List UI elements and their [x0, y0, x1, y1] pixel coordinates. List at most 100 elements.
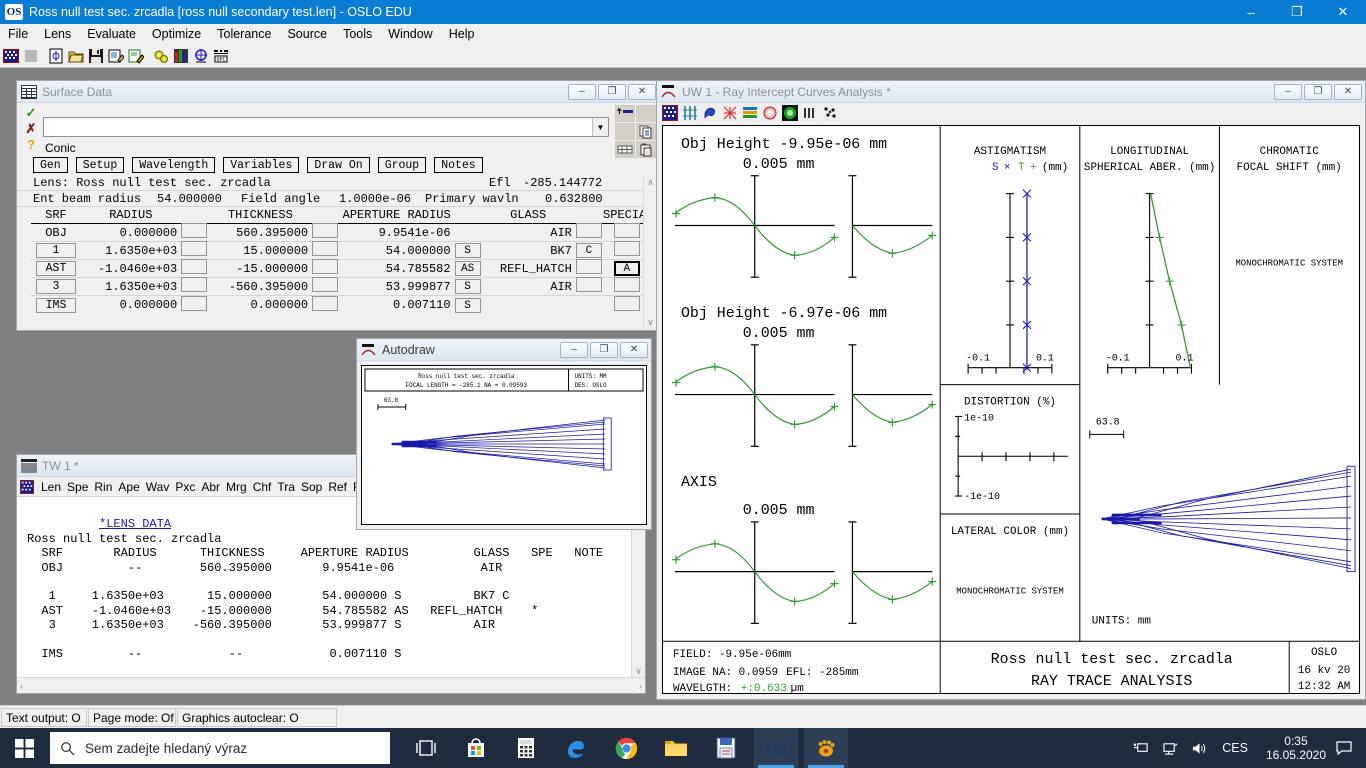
menu-window[interactable]: Window: [380, 25, 440, 43]
text-scroll-right-arrow[interactable]: ›: [639, 681, 642, 691]
grid-icon[interactable]: [661, 104, 679, 122]
tab-ref[interactable]: Ref: [325, 480, 350, 494]
blank-side-icon-2[interactable]: [615, 123, 635, 140]
gears-icon[interactable]: [152, 47, 170, 65]
grid-icon[interactable]: [2, 47, 20, 65]
row-aperture-button[interactable]: S: [454, 279, 484, 294]
row-radius[interactable]: 1.6350e+03: [81, 280, 181, 294]
row-aperture[interactable]: 54.000000: [341, 244, 455, 258]
usb-icon[interactable]: [1127, 741, 1156, 756]
wavefront-icon[interactable]: [701, 104, 719, 122]
row-glass-button[interactable]: [575, 259, 605, 278]
row-aperture-button[interactable]: AS: [454, 261, 484, 276]
row-thickness[interactable]: 0.000000: [210, 298, 312, 312]
row-aperture[interactable]: 53.999877: [341, 280, 455, 294]
surface-data-scrollbar[interactable]: ∧ ∨: [643, 177, 657, 328]
row-glass-button[interactable]: C: [575, 243, 605, 258]
autodraw-maximize-button[interactable]: ❐: [590, 341, 618, 358]
row-thickness[interactable]: -560.395000: [210, 280, 312, 294]
ray-intercept-canvas[interactable]: Obj Height -9.95e-06 mm 0.005 mm Obj Hei…: [662, 125, 1360, 694]
row-glass[interactable]: REFL_HATCH: [483, 262, 575, 276]
row-radius[interactable]: -1.0460e+03: [81, 262, 181, 276]
group-button[interactable]: Group: [377, 157, 427, 173]
oslo-app-icon[interactable]: OS: [754, 728, 798, 768]
row-aperture[interactable]: 54.785582: [341, 262, 455, 276]
tab-pxc[interactable]: Pxc: [172, 480, 198, 494]
psf-icon[interactable]: [761, 104, 779, 122]
row-radius-button[interactable]: [181, 295, 210, 315]
row-thickness-button[interactable]: [312, 223, 341, 242]
gen-button[interactable]: Gen: [33, 157, 68, 173]
autodraw-canvas[interactable]: Ross null test sec. zrcadla FOCAL LENGTH…: [361, 365, 647, 525]
colorbars-icon[interactable]: [172, 47, 190, 65]
row-thickness-button[interactable]: [312, 295, 341, 315]
variables-button[interactable]: Variables: [223, 157, 300, 173]
scroll-down-arrow[interactable]: ∨: [647, 317, 654, 328]
row-glass[interactable]: AIR: [483, 226, 575, 240]
menu-file[interactable]: File: [0, 25, 36, 43]
minimize-button[interactable]: –: [1228, 0, 1274, 24]
tab-spe[interactable]: Spe: [64, 480, 91, 494]
table-row[interactable]: 1 1.6350e+03 15.000000 54.000000 S BK7 C: [31, 241, 649, 260]
opc-icon[interactable]: OPC: [212, 47, 230, 65]
network-icon[interactable]: [1156, 741, 1185, 756]
row-insert-icon[interactable]: [615, 141, 635, 158]
menu-optimize[interactable]: Optimize: [144, 25, 209, 43]
surface-data-close-button[interactable]: ✕: [628, 83, 656, 100]
row-thickness[interactable]: -15.000000: [210, 262, 312, 276]
scroll-up-arrow[interactable]: ∧: [647, 177, 654, 188]
surface-data-entry-combo[interactable]: ▼: [43, 117, 609, 137]
accept-check-icon[interactable]: ✓: [21, 105, 41, 121]
save-disk-icon[interactable]: [87, 47, 105, 65]
row-srf-button[interactable]: AST: [31, 261, 81, 276]
menu-source[interactable]: Source: [279, 25, 335, 43]
notes-pencil-icon[interactable]: [127, 47, 145, 65]
row-srf-button[interactable]: IMS: [31, 297, 81, 313]
help-question-icon[interactable]: ?: [21, 137, 41, 153]
scatter-icon[interactable]: [821, 104, 839, 122]
row-aperture-button[interactable]: S: [454, 297, 484, 313]
setup-button[interactable]: Setup: [75, 157, 125, 173]
table-row[interactable]: OBJ 0.000000 560.395000 9.9541e-06 AIR: [31, 223, 649, 242]
microsoft-store-icon[interactable]: [454, 728, 498, 768]
draw-on-button[interactable]: Draw On: [307, 157, 370, 173]
table-row[interactable]: AST -1.0460e+03 -15.000000 54.785582 AS …: [31, 259, 649, 278]
text-scroll-left-arrow[interactable]: ‹: [20, 681, 23, 691]
ray-intercept-minimize-button[interactable]: –: [1274, 83, 1302, 100]
save-app-icon[interactable]: [704, 728, 748, 768]
spot-icon[interactable]: [781, 104, 799, 122]
row-radius-button[interactable]: [181, 259, 210, 278]
file-explorer-icon[interactable]: [654, 728, 698, 768]
ray-intercept-titlebar[interactable]: UW 1 - Ray Intercept Curves Analysis * –…: [657, 81, 1365, 103]
row-glass-button[interactable]: [575, 277, 605, 296]
autodraw-titlebar[interactable]: Autodraw – ❐ ✕: [357, 339, 651, 361]
bars-icon[interactable]: [801, 104, 819, 122]
row-thickness-button[interactable]: [312, 241, 341, 260]
surface-data-titlebar[interactable]: Surface Data – ❐ ✕: [17, 81, 659, 103]
text-window-hscrollbar[interactable]: ‹ ›: [17, 677, 645, 693]
task-view-icon[interactable]: [404, 728, 448, 768]
row-glass-button[interactable]: [575, 223, 605, 242]
edge-icon[interactable]: [554, 728, 598, 768]
tab-tra[interactable]: Tra: [274, 480, 298, 494]
notification-icon[interactable]: [1336, 740, 1366, 756]
text-scroll-down-arrow[interactable]: ∨: [635, 666, 642, 677]
language-indicator[interactable]: CES: [1214, 741, 1256, 755]
row-radius[interactable]: 0.000000: [81, 298, 181, 312]
table-row[interactable]: 3 1.6350e+03 -560.395000 53.999877 S AIR: [31, 277, 649, 296]
cancel-x-icon[interactable]: ✗: [21, 121, 41, 137]
row-glass[interactable]: AIR: [483, 280, 575, 294]
row-radius-button[interactable]: [181, 223, 210, 242]
table-row[interactable]: IMS 0.000000 0.000000 0.007110 S: [31, 295, 649, 315]
tab-wav[interactable]: Wav: [143, 480, 173, 494]
spot-diagram-icon[interactable]: [681, 104, 699, 122]
new-lens-icon[interactable]: [47, 47, 65, 65]
chrome-icon[interactable]: [604, 728, 648, 768]
menu-tools[interactable]: Tools: [335, 25, 380, 43]
tab-sop[interactable]: Sop: [298, 480, 325, 494]
target-icon[interactable]: [192, 47, 210, 65]
grid-icon[interactable]: [20, 479, 34, 494]
open-folder-icon[interactable]: [67, 47, 85, 65]
ray-intercept-maximize-button[interactable]: ❐: [1304, 83, 1332, 100]
surface-data-minimize-button[interactable]: –: [568, 83, 596, 100]
